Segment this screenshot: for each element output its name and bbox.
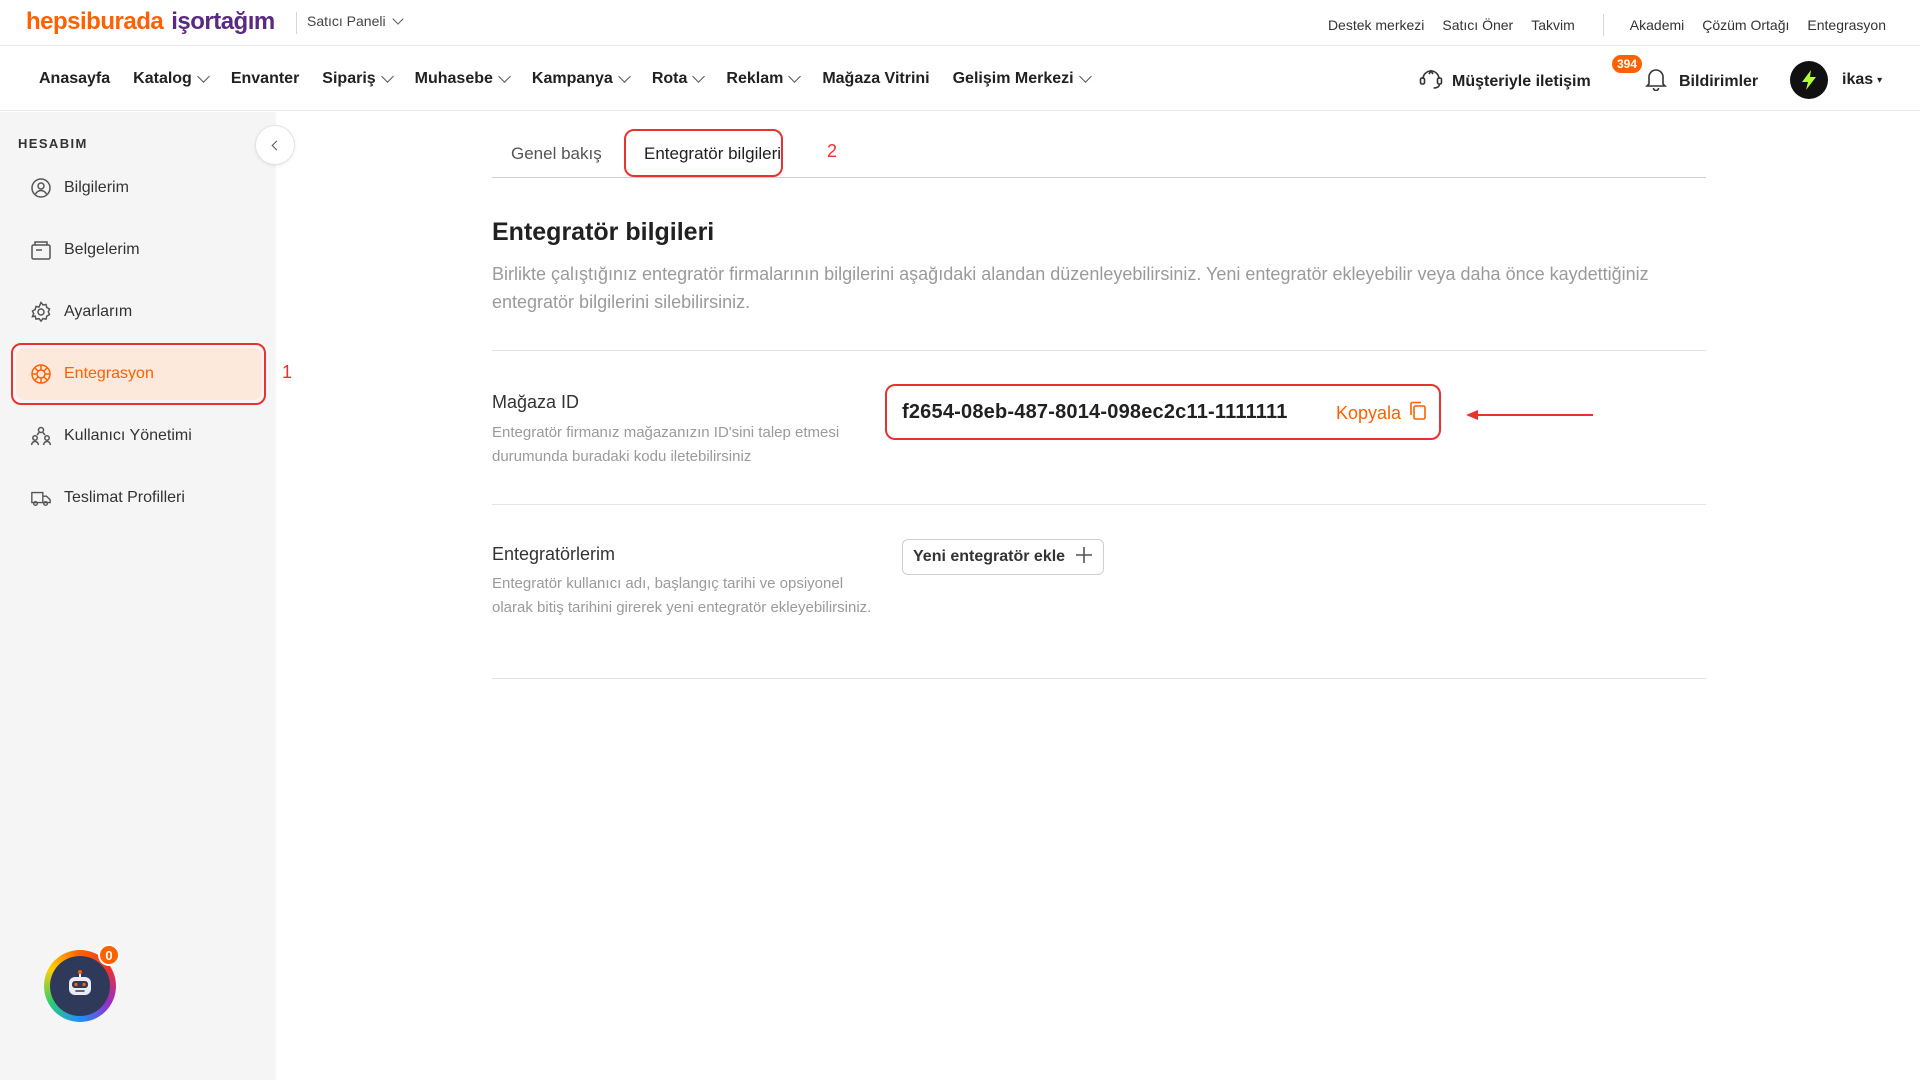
divider bbox=[1602, 14, 1604, 36]
avatar bbox=[1790, 61, 1828, 99]
annotation-step-2: 2 bbox=[827, 141, 838, 161]
support-agent-icon bbox=[1418, 67, 1444, 96]
tab-overview[interactable]: Genel bakış bbox=[511, 144, 602, 164]
customer-contact-button[interactable]: Müşteriyle iletişim bbox=[1418, 67, 1591, 96]
integrators-help: Entegratör kullanıcı adı, başlangıç tari… bbox=[492, 575, 872, 616]
user-menu[interactable]: ikas ▾ bbox=[1790, 61, 1882, 99]
top-bar: hepsiburada işortağım Satıcı Paneli Dest… bbox=[0, 0, 1920, 46]
page-title: Entegratör bilgileri bbox=[492, 218, 715, 246]
sidebar-title: HESABIM bbox=[18, 136, 88, 151]
link-solution-partner[interactable]: Çözüm Ortağı bbox=[1702, 17, 1789, 33]
chevron-down-icon bbox=[617, 70, 631, 83]
documents-icon bbox=[30, 239, 52, 261]
nav-development-center[interactable]: Gelişim Merkezi bbox=[953, 70, 1092, 88]
caret-down-icon: ▾ bbox=[1877, 74, 1883, 86]
nav-storefront[interactable]: Mağaza Vitrini bbox=[822, 70, 929, 88]
chevron-left-icon bbox=[271, 140, 282, 150]
seller-panel-dropdown[interactable]: Satıcı Paneli bbox=[307, 12, 404, 29]
notification-count-badge: 394 bbox=[1612, 55, 1643, 73]
nav-campaign[interactable]: Kampanya bbox=[532, 70, 631, 88]
add-integrator-button[interactable]: Yeni entegratör ekle bbox=[902, 539, 1105, 575]
chevron-down-icon bbox=[692, 70, 706, 83]
annotation-box-step-2 bbox=[624, 129, 783, 177]
nav-home[interactable]: Anasayfa bbox=[39, 70, 110, 88]
link-calendar[interactable]: Takvim bbox=[1531, 17, 1575, 33]
gear-icon bbox=[30, 301, 52, 323]
nav-route[interactable]: Rota bbox=[652, 70, 706, 88]
collapse-sidebar-button[interactable] bbox=[255, 125, 295, 165]
hepsiburada-isortagim-logo[interactable]: hepsiburada işortağım bbox=[26, 8, 275, 36]
divider bbox=[492, 350, 1706, 351]
link-support-center[interactable]: Destek merkezi bbox=[1328, 17, 1424, 33]
divider bbox=[296, 12, 297, 34]
nav-items: Anasayfa Katalog Envanter Sipariş Muhase… bbox=[39, 47, 1092, 111]
chevron-down-icon bbox=[380, 70, 394, 83]
top-links: Destek merkezi Satıcı Öner Takvim Akadem… bbox=[1310, 14, 1886, 36]
user-circle-icon bbox=[30, 177, 52, 199]
divider bbox=[492, 678, 1706, 679]
store-id-label: Mağaza ID bbox=[492, 392, 580, 412]
integrators-label: Entegratörlerim bbox=[492, 544, 616, 564]
nav-orders[interactable]: Sipariş bbox=[322, 70, 394, 88]
users-icon bbox=[30, 425, 52, 447]
link-refer-seller[interactable]: Satıcı Öner bbox=[1442, 17, 1513, 33]
chevron-down-icon bbox=[196, 70, 210, 83]
chevron-down-icon bbox=[788, 70, 802, 83]
link-academy[interactable]: Akademi bbox=[1630, 17, 1684, 33]
sidebar-item-user-management[interactable]: Kullanıcı Yönetimi bbox=[16, 410, 262, 462]
lightning-icon bbox=[1802, 70, 1816, 90]
store-id-value[interactable]: f2654-08eb-487-8014-098ec2c11-1111111 bbox=[902, 401, 1288, 424]
sidebar-item-my-info[interactable]: Bilgilerim bbox=[16, 162, 262, 214]
sidebar-item-settings[interactable]: Ayarlarım bbox=[16, 286, 262, 338]
annotation-arrow bbox=[1466, 410, 1593, 420]
sidebar-item-documents[interactable]: Belgelerim bbox=[16, 224, 262, 276]
plus-icon bbox=[1075, 546, 1093, 569]
assistant-badge: 0 bbox=[98, 944, 120, 966]
bell-icon bbox=[1645, 67, 1667, 96]
store-id-field: f2654-08eb-487-8014-098ec2c11-1111111 Ko… bbox=[885, 384, 1441, 440]
robot-icon bbox=[50, 956, 110, 1016]
nav-accounting[interactable]: Muhasebe bbox=[415, 70, 511, 88]
truck-icon bbox=[30, 487, 52, 509]
notifications-button[interactable]: 394 Bildirimler bbox=[1612, 55, 1758, 96]
copy-button[interactable]: Kopyala bbox=[1336, 401, 1427, 426]
chevron-down-icon bbox=[1078, 70, 1092, 83]
annotation-box-step-1 bbox=[11, 343, 266, 405]
nav-catalog[interactable]: Katalog bbox=[133, 70, 210, 88]
nav-ads[interactable]: Reklam bbox=[726, 70, 802, 88]
divider bbox=[492, 504, 1706, 505]
link-integration[interactable]: Entegrasyon bbox=[1807, 17, 1886, 33]
sidebar: HESABIM Bilgilerim Belgelerim Ayarlarım … bbox=[0, 112, 295, 1080]
nav-inventory[interactable]: Envanter bbox=[231, 70, 299, 88]
chevron-down-icon bbox=[498, 70, 511, 83]
store-id-help: Entegratör firmanız mağazanızın ID'sini … bbox=[492, 424, 840, 465]
main-nav: Anasayfa Katalog Envanter Sipariş Muhase… bbox=[0, 47, 1920, 111]
page-description: Birlikte çalıştığınız entegratör firmala… bbox=[492, 264, 1649, 312]
chevron-down-icon bbox=[391, 12, 404, 25]
copy-icon bbox=[1409, 401, 1427, 426]
annotation-step-1: 1 bbox=[282, 362, 293, 382]
sidebar-item-delivery-profiles[interactable]: Teslimat Profilleri bbox=[16, 472, 262, 524]
